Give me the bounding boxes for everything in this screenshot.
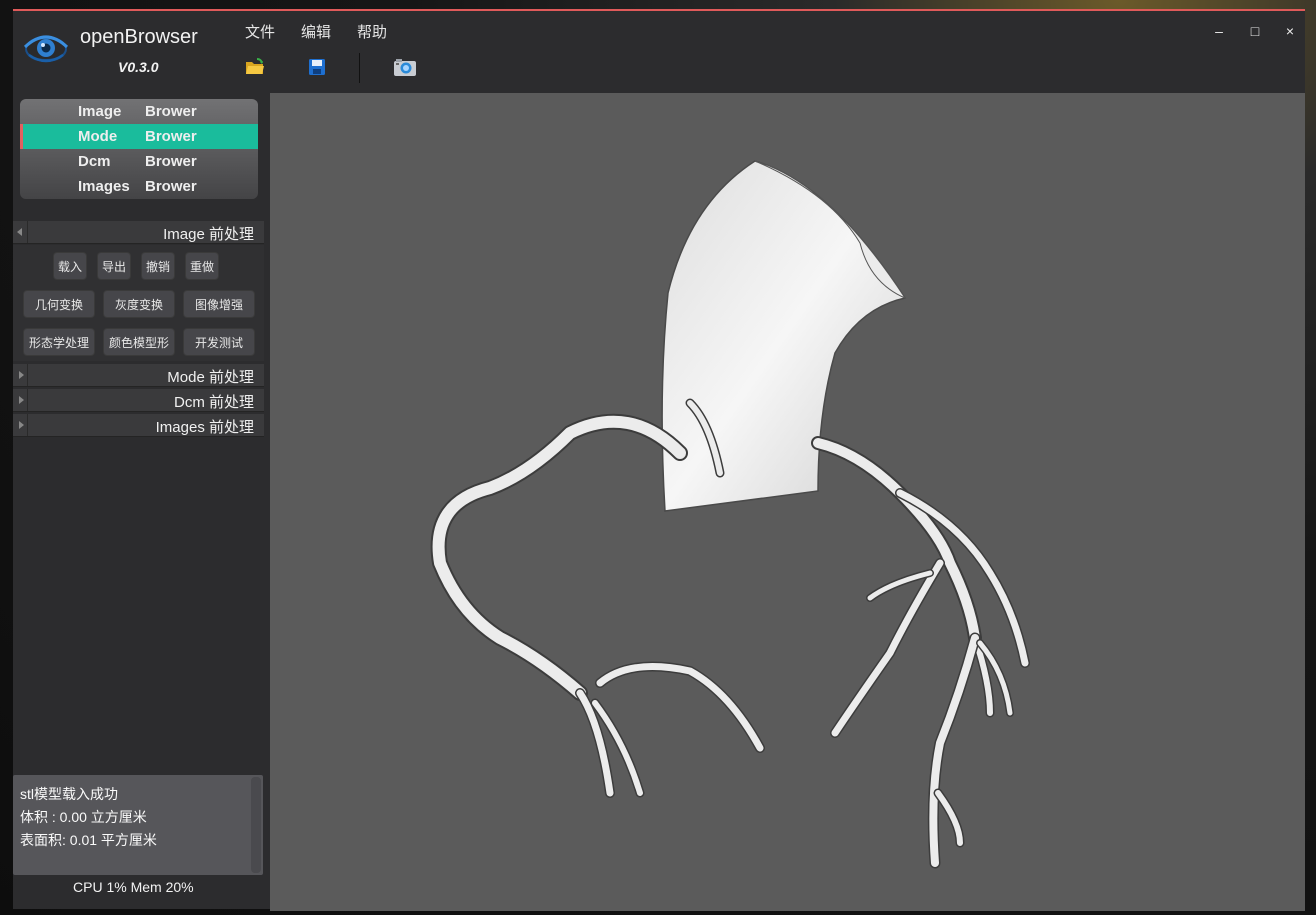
toolbar-separator — [359, 53, 360, 83]
browser-list: Image Brower Mode Brower Dcm Brower Imag… — [20, 99, 258, 199]
section-dcm-header[interactable]: Dcm 前处理 — [13, 389, 264, 412]
image-enhance-button[interactable]: 图像增强 — [183, 290, 255, 318]
save-icon — [309, 59, 325, 75]
open-button[interactable] — [241, 53, 269, 81]
redo-button[interactable]: 重做 — [185, 252, 219, 280]
expand-arrow-icon — [19, 371, 24, 379]
expand-arrow-icon — [19, 421, 24, 429]
browser-item-label: Mode — [78, 128, 118, 145]
minimize-button[interactable]: – — [1206, 21, 1232, 41]
color-model-button[interactable]: 颜色模型形 — [103, 328, 175, 356]
browser-item-image[interactable]: Image Brower — [20, 99, 258, 124]
browser-item-dcm[interactable]: Dcm Brower — [20, 149, 258, 174]
menu-file[interactable]: 文件 — [235, 19, 285, 44]
log-line: stl模型载入成功 — [20, 786, 118, 802]
collapse-arrow-icon — [17, 228, 22, 236]
section-images-header[interactable]: Images 前处理 — [13, 414, 264, 437]
browser-item-label: Brower — [145, 178, 197, 195]
close-button[interactable]: × — [1277, 21, 1303, 41]
expand-arrow-icon — [19, 396, 24, 404]
maximize-button[interactable]: □ — [1242, 21, 1268, 41]
app-name: openBrowser — [80, 26, 198, 48]
vessel-model-render — [430, 160, 1030, 869]
grayscale-transform-button[interactable]: 灰度变换 — [103, 290, 175, 318]
section-title: Mode 前处理 — [167, 369, 254, 386]
browser-item-label: Brower — [145, 103, 197, 120]
export-button[interactable]: 导出 — [97, 252, 131, 280]
status-bar: CPU 1% Mem 20% — [73, 879, 194, 895]
section-image-header[interactable]: Image 前处理 — [13, 221, 264, 244]
divider — [27, 364, 28, 386]
save-button[interactable] — [303, 53, 331, 81]
menubar: 文件 编辑 帮助 — [235, 19, 403, 44]
divider — [27, 389, 28, 411]
browser-item-images[interactable]: Images Brower — [20, 174, 258, 199]
app-window: openBrowser V0.3.0 文件 编辑 帮助 – □ × Image … — [13, 9, 1305, 911]
browser-item-label: Dcm — [78, 153, 111, 170]
load-button[interactable]: 载入 — [53, 252, 87, 280]
browser-item-mode[interactable]: Mode Brower — [20, 124, 258, 149]
browser-item-label: Brower — [145, 153, 197, 170]
section-title: Dcm 前处理 — [174, 394, 254, 411]
log-line: 体积 : 0.00 立方厘米 — [20, 809, 147, 825]
section-mode-header[interactable]: Mode 前处理 — [13, 364, 264, 387]
dev-test-button[interactable]: 开发测试 — [183, 328, 255, 356]
screenshot-button[interactable] — [391, 53, 419, 81]
morphology-button[interactable]: 形态学处理 — [23, 328, 95, 356]
menu-help[interactable]: 帮助 — [347, 19, 397, 44]
browser-item-label: Images — [78, 178, 130, 195]
browser-item-label: Image — [78, 103, 122, 120]
app-version: V0.3.0 — [118, 59, 159, 75]
screenshot-camera-icon — [394, 59, 416, 76]
browser-item-label: Brower — [145, 128, 197, 145]
image-tools-panel: 载入 导出 撤销 重做 几何变换 灰度变换 图像增强 形态学处理 颜色模型形 开… — [13, 245, 264, 361]
section-title: Images 前处理 — [155, 419, 254, 436]
undo-button[interactable]: 撤销 — [141, 252, 175, 280]
section-title: Image 前处理 — [163, 226, 254, 243]
3d-viewport[interactable] — [270, 93, 1305, 911]
log-scrollbar[interactable] — [251, 777, 261, 873]
left-panel: Image Brower Mode Brower Dcm Brower Imag… — [13, 93, 270, 911]
divider — [27, 414, 28, 436]
divider — [27, 221, 28, 243]
menu-edit[interactable]: 编辑 — [291, 19, 341, 44]
log-line: 表面积: 0.01 平方厘米 — [20, 832, 157, 848]
geometric-transform-button[interactable]: 几何变换 — [23, 290, 95, 318]
open-folder-icon — [246, 58, 264, 74]
log-output: stl模型载入成功 体积 : 0.00 立方厘米 表面积: 0.01 平方厘米 — [13, 775, 263, 875]
eye-logo-icon — [23, 27, 69, 71]
